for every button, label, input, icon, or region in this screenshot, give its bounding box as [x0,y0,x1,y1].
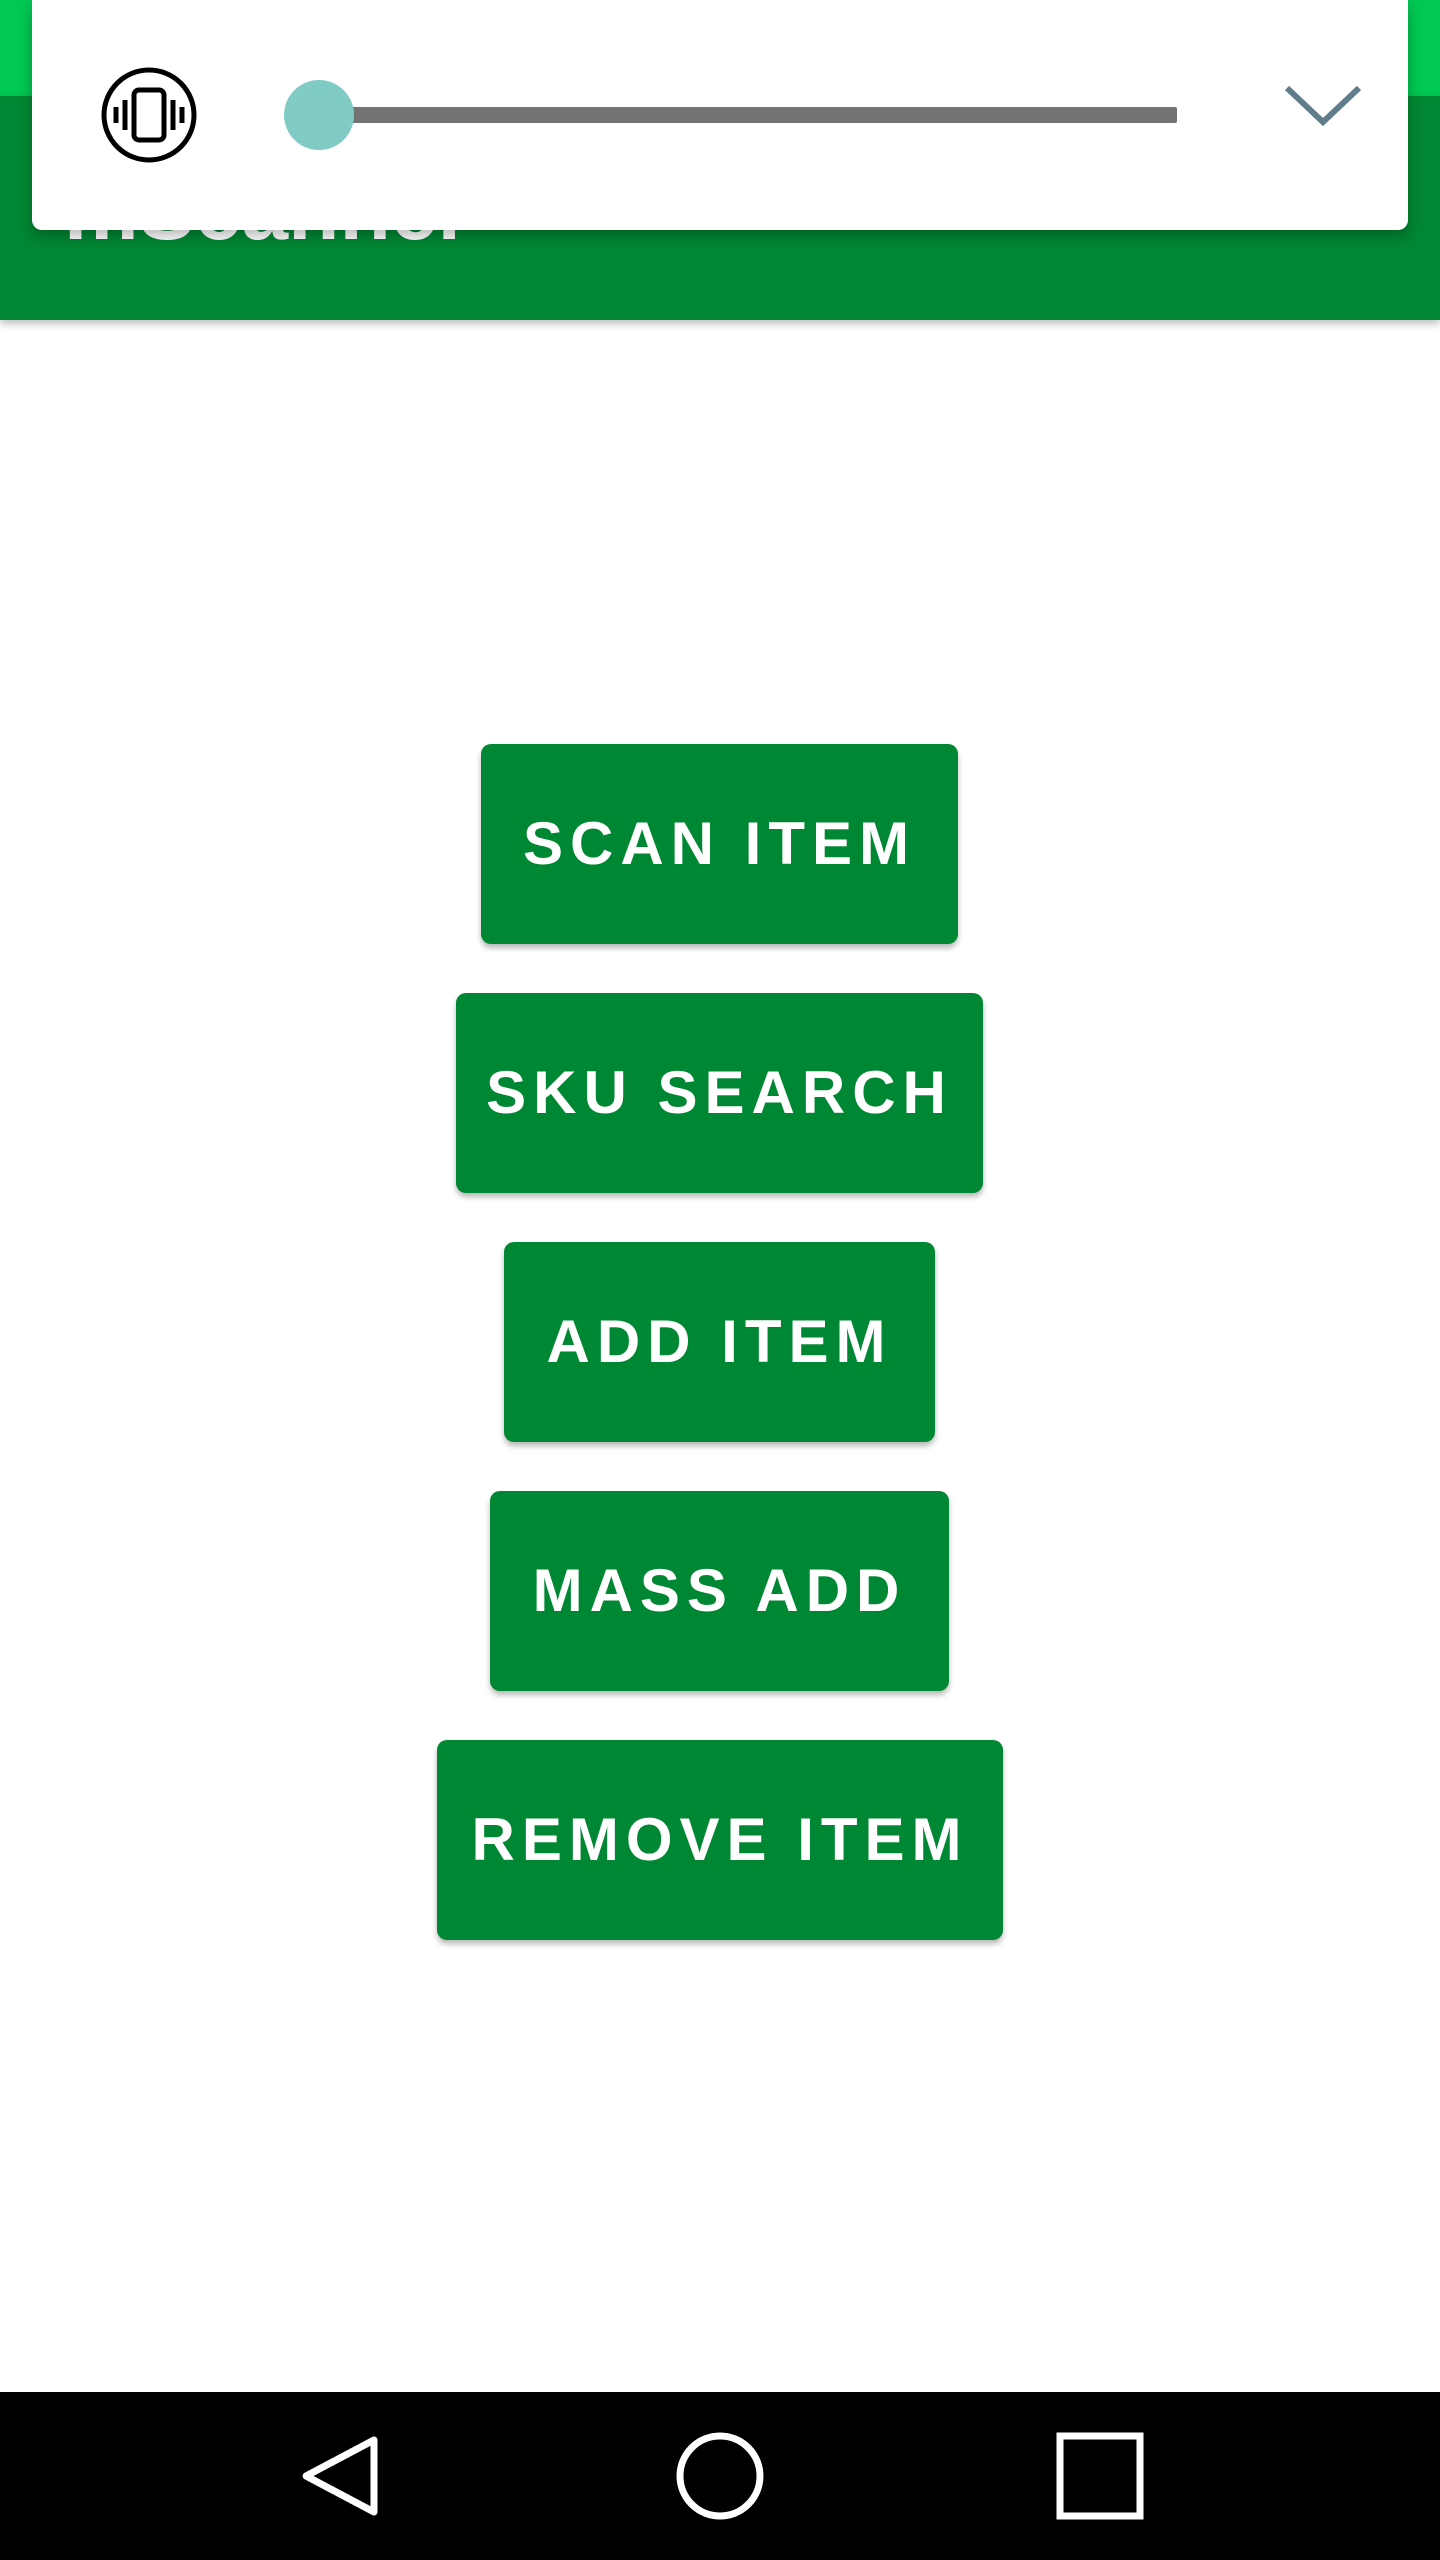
vibrate-icon-graphic [101,67,197,163]
back-icon[interactable] [290,2426,390,2526]
remove-item-button[interactable]: REMOVE ITEM [437,1740,1003,1940]
mass-add-button[interactable]: MASS ADD [490,1491,949,1691]
chevron-down-icon-graphic [1284,85,1362,127]
back-icon-graphic [302,2436,378,2516]
volume-slider-thumb[interactable] [284,80,354,150]
volume-slider-track[interactable] [287,107,1177,123]
home-icon[interactable] [670,2426,770,2526]
volume-panel [32,0,1408,230]
vibrate-icon[interactable] [100,66,198,164]
home-icon-graphic [676,2432,764,2520]
chevron-down-icon[interactable] [1282,82,1364,130]
recents-icon-graphic [1056,2432,1144,2520]
navigation-bar [0,2392,1440,2560]
scan-item-button[interactable]: SCAN ITEM [481,744,958,944]
action-buttons: SCAN ITEM SKU SEARCH ADD ITEM MASS ADD R… [0,0,1440,2392]
recents-icon[interactable] [1050,2426,1150,2526]
add-item-button[interactable]: ADD ITEM [504,1242,935,1442]
sku-search-button[interactable]: SKU SEARCH [456,993,983,1193]
